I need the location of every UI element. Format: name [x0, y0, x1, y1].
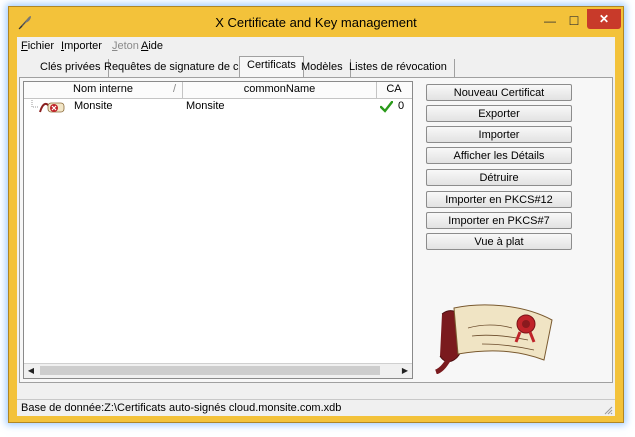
import-button[interactable]: Importer: [426, 126, 572, 143]
scrollbar-thumb[interactable]: [40, 366, 380, 375]
minimize-button[interactable]: —: [539, 12, 561, 32]
certificate-scroll-logo: [435, 304, 553, 374]
close-button[interactable]: ✕: [587, 9, 621, 29]
column-header-ca[interactable]: CA: [377, 82, 411, 98]
scroll-right-icon[interactable]: ▶: [398, 364, 412, 378]
menu-bar: Fichier Importer Jeton Aide: [17, 37, 615, 55]
import-pkcs12-button[interactable]: Importer en PKCS#12: [426, 191, 572, 208]
menu-importer[interactable]: Importer: [61, 40, 102, 52]
tab-bar: Clés privées Requêtes de signature de ce…: [17, 55, 615, 78]
column-header-internal-name[interactable]: Nom interne /: [24, 82, 183, 98]
horizontal-scrollbar[interactable]: ◀ ▶: [24, 363, 412, 378]
menu-jeton[interactable]: Jeton: [112, 40, 139, 52]
menu-aide[interactable]: Aide: [141, 40, 163, 52]
title-bar[interactable]: X Certificate and Key management — ☐ ✕: [9, 7, 623, 37]
certificates-panel: Nom interne / commonName CA Monsite Mons…: [19, 77, 613, 383]
export-button[interactable]: Exporter: [426, 105, 572, 122]
certificate-list[interactable]: Nom interne / commonName CA Monsite Mons…: [23, 81, 413, 379]
resize-grip-icon[interactable]: [603, 405, 613, 415]
new-certificate-button[interactable]: Nouveau Certificat: [426, 84, 572, 101]
flat-view-button[interactable]: Vue à plat: [426, 233, 572, 250]
window-title: X Certificate and Key management: [215, 15, 417, 30]
sort-indicator-icon: /: [172, 83, 176, 95]
database-path: Base de donnée:Z:\Certificats auto-signé…: [21, 402, 342, 414]
cell-common-name: Monsite: [186, 100, 225, 112]
check-icon: [380, 101, 393, 113]
list-header: Nom interne / commonName CA: [24, 82, 412, 99]
maximize-button[interactable]: ☐: [563, 12, 585, 32]
certificate-icon: [39, 102, 65, 113]
table-row[interactable]: Monsite Monsite 0: [24, 100, 412, 114]
delete-button[interactable]: Détruire: [426, 169, 572, 186]
cell-internal-name: Monsite: [74, 100, 113, 112]
status-bar: Base de donnée:Z:\Certificats auto-signé…: [17, 399, 615, 416]
scroll-left-icon[interactable]: ◀: [24, 364, 38, 378]
column-label-internal-name: Nom interne: [73, 83, 133, 95]
menu-fichier[interactable]: Fichier: [21, 40, 54, 52]
import-pkcs7-button[interactable]: Importer en PKCS#7: [426, 212, 572, 229]
app-window: X Certificate and Key management — ☐ ✕ F…: [8, 6, 624, 423]
tree-line-icon: [31, 100, 38, 108]
cell-ca-count: 0: [398, 100, 405, 112]
column-header-common-name[interactable]: commonName: [183, 82, 377, 98]
client-area: Fichier Importer Jeton Aide Clés privées…: [17, 37, 615, 416]
show-details-button[interactable]: Afficher les Détails: [426, 147, 572, 164]
tab-listes-revocation[interactable]: Listes de révocation: [342, 59, 455, 77]
